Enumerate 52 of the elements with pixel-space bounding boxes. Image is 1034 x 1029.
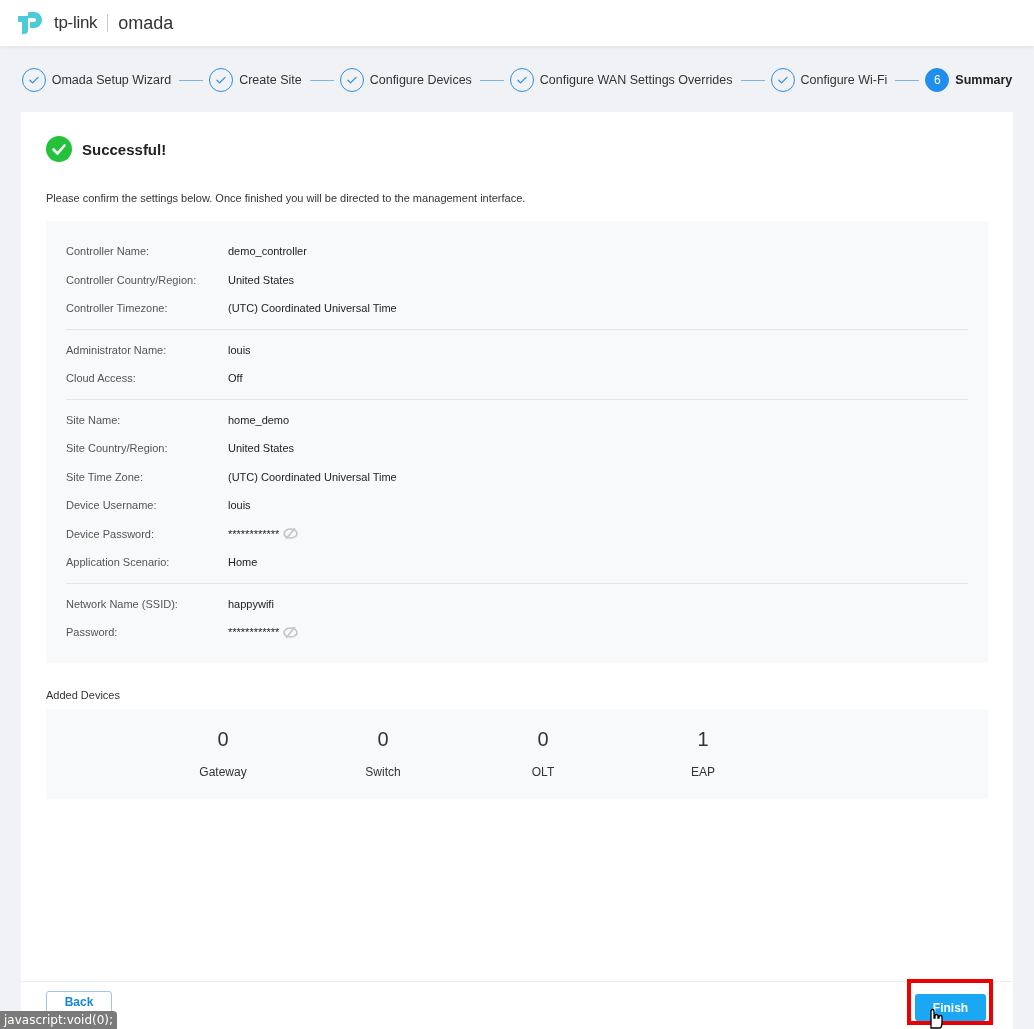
finish-button[interactable]: Finish: [915, 994, 986, 1021]
device-type: OLT: [531, 765, 555, 779]
result-title: Successful!: [82, 140, 167, 158]
device-type: EAP: [691, 765, 715, 779]
setting-value: happywifi: [228, 597, 274, 610]
setting-label: Controller Country/Region:: [66, 273, 198, 286]
product-name: omada: [118, 12, 174, 34]
eye-off-icon[interactable]: [283, 625, 299, 639]
step-label: Create Site: [239, 73, 302, 87]
setting-label: Device Username:: [66, 499, 158, 512]
success-icon: [46, 136, 72, 162]
device-count: 0: [537, 728, 549, 751]
setting-label: Administrator Name:: [66, 343, 168, 356]
setting-value: louis: [228, 499, 251, 512]
setting-value: home_demo: [228, 413, 290, 426]
setting-label: Application Scenario:: [66, 556, 171, 569]
setting-label: Cloud Access:: [66, 372, 137, 385]
eye-off-icon[interactable]: [283, 527, 299, 541]
setting-value: demo_controller: [228, 245, 307, 258]
setting-value: (UTC) Coordinated Universal Time: [228, 470, 397, 483]
device-type: Switch: [365, 765, 401, 779]
device-count: 0: [217, 728, 229, 751]
section-title: Added Devices: [46, 688, 121, 701]
result-message: Please confirm the settings below. Once finished you will be directed to the management interface.: [46, 192, 527, 204]
setting-value: Off: [228, 372, 243, 385]
setting-value: ************: [228, 626, 280, 639]
step-label: Configure Devices: [369, 73, 472, 87]
brand-name: tp-link: [54, 13, 98, 33]
setting-label: Controller Timezone:: [66, 302, 169, 315]
setting-label: Site Country/Region:: [66, 442, 169, 455]
setting-value: United States: [228, 273, 295, 286]
step-label: Configure Wi-Fi: [800, 73, 888, 87]
setting-value: louis: [228, 343, 251, 356]
setting-value: ************: [228, 527, 280, 540]
step-label: Omada Setup Wizard: [51, 73, 172, 87]
setting-value: United States: [228, 442, 295, 455]
device-count: 0: [377, 728, 389, 751]
setting-value: Home: [228, 556, 258, 569]
setting-value: (UTC) Coordinated Universal Time: [228, 302, 397, 315]
step-number: 6: [925, 68, 950, 92]
logo-icon: [16, 10, 44, 36]
setting-label: Controller Name:: [66, 245, 151, 258]
setting-label: Device Password:: [66, 527, 156, 540]
device-type: Gateway: [199, 765, 247, 779]
setting-label: Site Name:: [66, 413, 122, 426]
status-tooltip: javascript:void(0);: [0, 1011, 118, 1029]
device-count: 1: [697, 728, 709, 751]
setting-label: Site Time Zone:: [66, 470, 145, 483]
setting-label: Network Name (SSID):: [66, 597, 179, 610]
step-label: Summary: [955, 73, 1013, 87]
setting-label: Password:: [66, 626, 119, 639]
step-label: Configure WAN Settings Overrides: [539, 73, 733, 87]
